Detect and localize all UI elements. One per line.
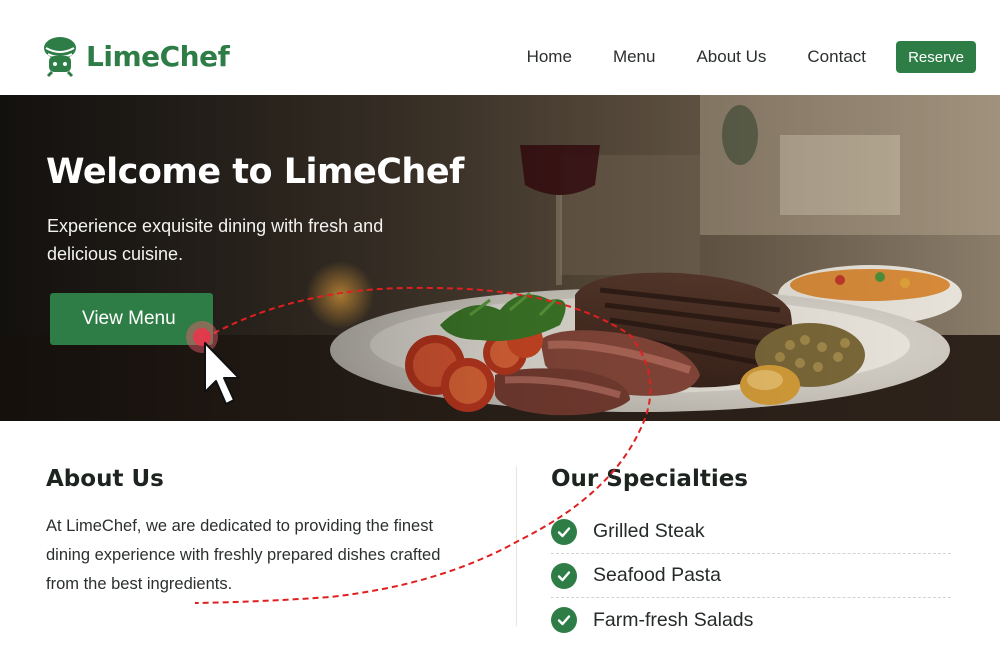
reserve-button[interactable]: Reserve	[896, 41, 976, 73]
about-text: At LimeChef, we are dedicated to providi…	[46, 517, 441, 593]
check-circle-icon	[551, 607, 577, 633]
specialty-label: Seafood Pasta	[593, 564, 721, 586]
section-divider	[516, 466, 517, 626]
list-item: Grilled Steak	[551, 510, 951, 554]
specialties-section: Our Specialties Grilled Steak Seafood Pa…	[551, 466, 951, 642]
hero-title: Welcome to LimeChef	[46, 152, 464, 192]
about-section: About Us At LimeChef, we are dedicated t…	[46, 466, 476, 599]
specialties-list: Grilled Steak Seafood Pasta Farm-fresh S…	[551, 510, 951, 642]
nav-home[interactable]: Home	[527, 47, 572, 67]
check-circle-icon	[551, 518, 577, 545]
hero-subtitle: Experience exquisite dining with fresh a…	[47, 216, 384, 264]
view-menu-button[interactable]: View Menu	[50, 293, 213, 345]
nav-about-us[interactable]: About Us	[696, 47, 766, 67]
specialties-title: Our Specialties	[551, 466, 748, 492]
nav-contact[interactable]: Contact	[807, 47, 866, 67]
specialty-label: Farm-fresh Salads	[593, 608, 754, 631]
brand-name: LimeChef	[86, 39, 230, 73]
site-header: LimeChef Home Menu About Us Contact Rese…	[0, 0, 1000, 95]
list-item: Seafood Pasta	[551, 554, 951, 598]
check-circle-icon	[551, 562, 577, 589]
nav-menu[interactable]: Menu	[613, 47, 656, 67]
specialty-label: Grilled Steak	[593, 520, 705, 542]
hero-banner: Welcome to LimeChef Experience exquisite…	[0, 95, 1000, 421]
list-item: Farm-fresh Salads	[551, 598, 951, 642]
chef-hat-icon	[44, 37, 76, 78]
about-title: About Us	[46, 466, 164, 492]
main-nav: Home Menu About Us Contact Reserve	[527, 41, 976, 73]
brand-logo[interactable]: LimeChef	[40, 34, 230, 78]
